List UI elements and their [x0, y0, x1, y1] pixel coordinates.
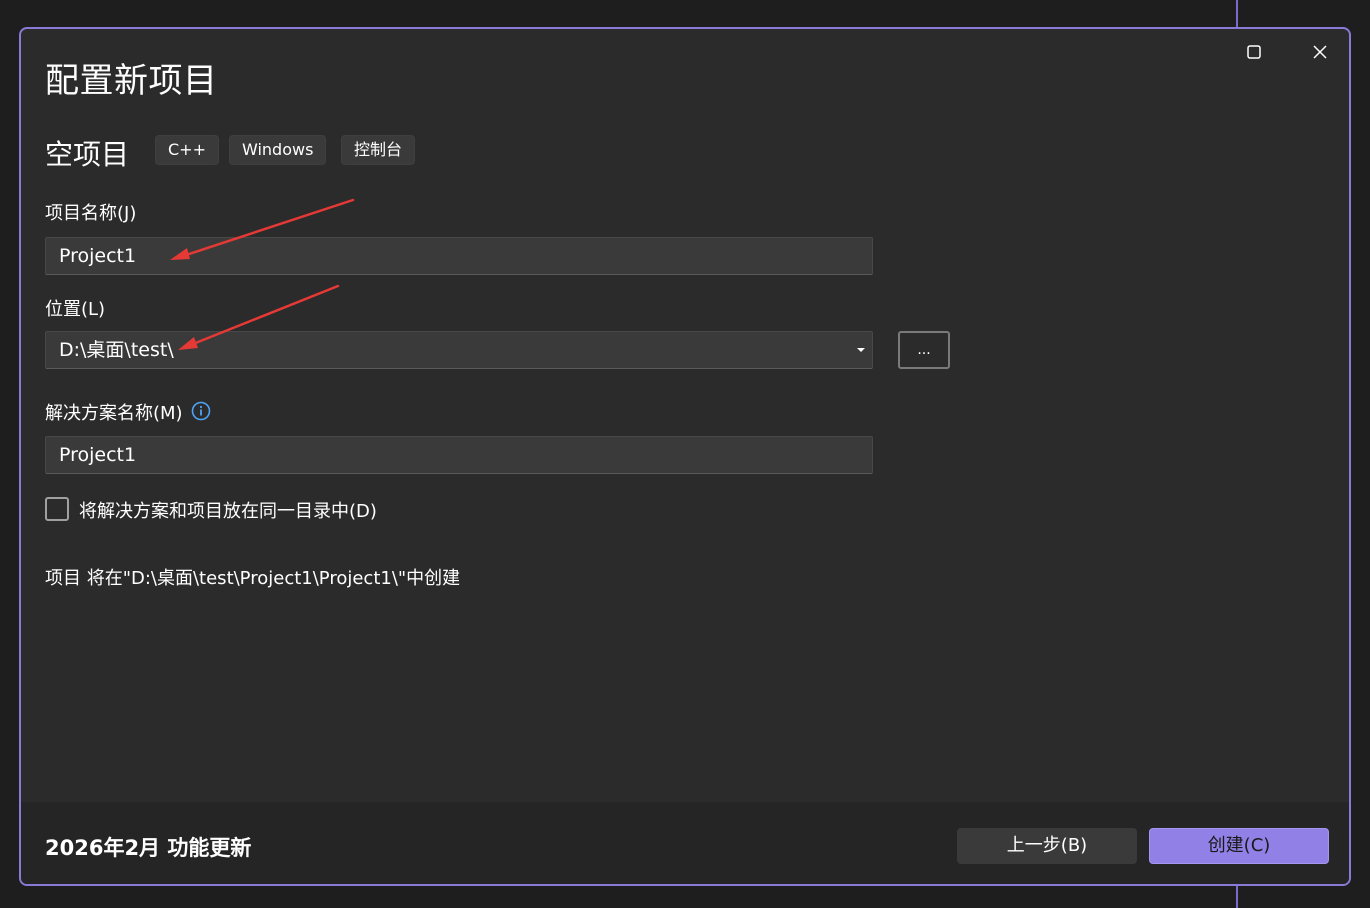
create-button[interactable]: 创建(C) [1149, 828, 1329, 864]
location-value: D:\桌面\test\ [59, 339, 174, 361]
template-name: 空项目 [45, 138, 130, 171]
tag-project-type: 控制台 [341, 135, 416, 165]
release-note: 2026年2月 功能更新 [45, 836, 252, 860]
solution-name-label: 解决方案名称(M) [45, 403, 183, 424]
project-name-input[interactable]: Project1 [45, 237, 873, 275]
project-path-info: 项目 将在"D:\桌面\test\Project1\Project1\"中创建 [45, 568, 461, 589]
maximize-icon [1247, 45, 1261, 59]
same-directory-label[interactable]: 将解决方案和项目放在同一目录中(D) [79, 497, 377, 523]
project-name-label: 项目名称(J) [45, 203, 137, 224]
close-button[interactable] [1297, 37, 1343, 67]
back-button[interactable]: 上一步(B) [957, 828, 1137, 864]
tag-language: C++ [155, 135, 219, 165]
maximize-button[interactable] [1231, 37, 1277, 67]
dialog-title: 配置新项目 [45, 61, 218, 101]
tag-platform: Windows [229, 135, 327, 165]
solution-name-input[interactable]: Project1 [45, 436, 873, 474]
close-icon [1313, 45, 1327, 59]
browse-button[interactable]: ... [898, 331, 950, 369]
same-directory-checkbox[interactable] [45, 497, 69, 521]
configure-project-dialog: 配置新项目 空项目 C++ Windows 控制台 项目名称(J) Projec… [19, 27, 1351, 886]
info-icon[interactable] [191, 401, 211, 421]
location-label: 位置(L) [45, 299, 106, 320]
chevron-down-icon[interactable] [856, 346, 866, 354]
dialog-footer: 2026年2月 功能更新 上一步(B) 创建(C) [21, 802, 1349, 884]
location-combobox[interactable]: D:\桌面\test\ [45, 331, 873, 369]
